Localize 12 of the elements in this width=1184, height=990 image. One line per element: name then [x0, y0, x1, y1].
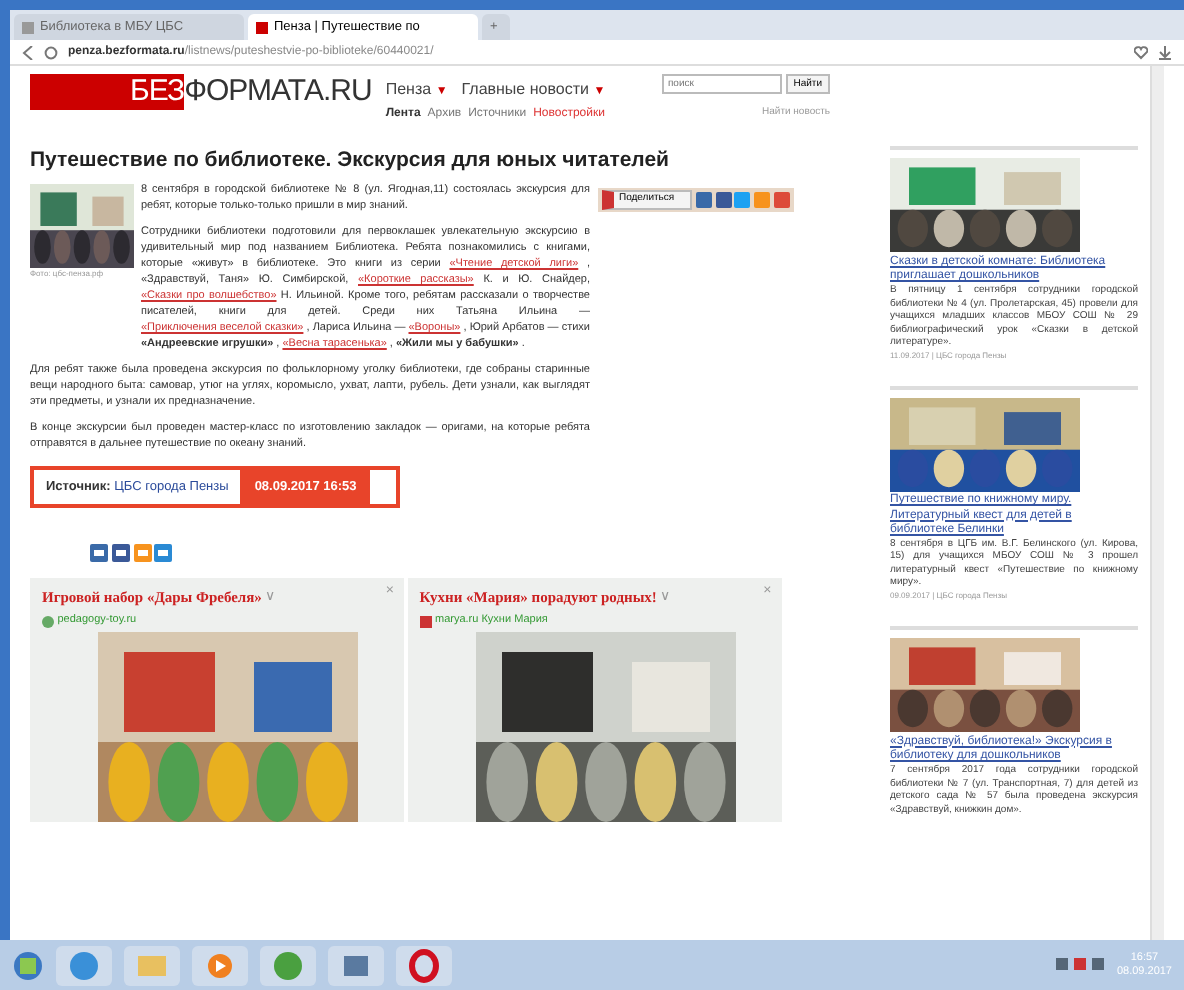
back-icon[interactable]	[22, 45, 34, 59]
article-title: Путешествие по библиотеке. Экскурсия для юных читателей	[30, 147, 672, 173]
site-icon	[419, 615, 432, 627]
site-logo[interactable]: БЕЗФОРМАТА.RU	[30, 74, 372, 110]
reload-icon[interactable]	[44, 45, 58, 59]
heart-icon[interactable]	[1134, 45, 1148, 59]
tray-icons[interactable]	[1056, 957, 1105, 973]
scrollbar[interactable]	[1150, 66, 1164, 940]
start-icon[interactable]	[12, 949, 44, 981]
download-icon[interactable]	[1158, 45, 1172, 59]
site-icon	[42, 615, 54, 627]
opera-icon[interactable]	[404, 945, 444, 985]
